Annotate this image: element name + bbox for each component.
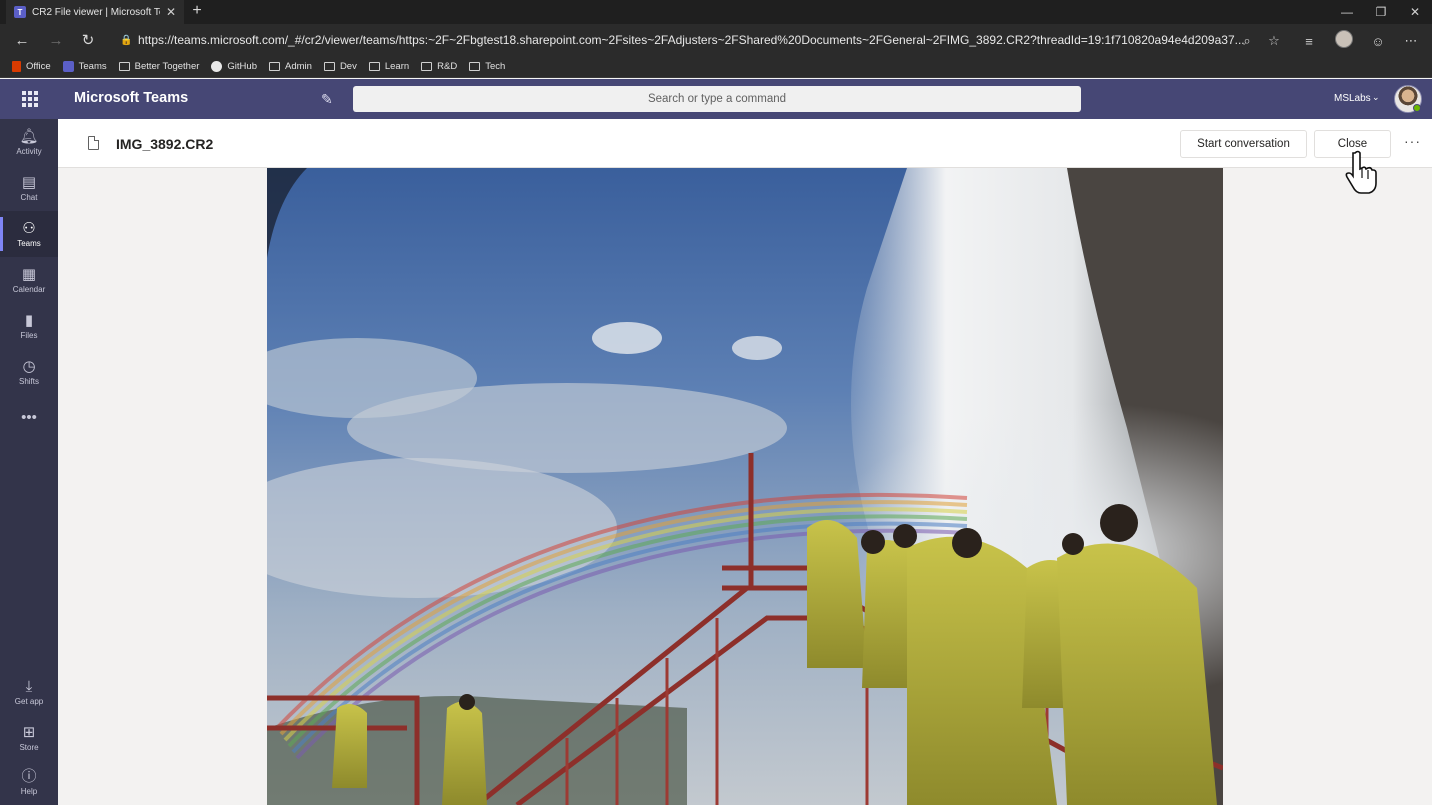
folder-icon (269, 62, 280, 71)
file-icon (88, 136, 99, 150)
help-icon: ⓘ (21, 767, 37, 785)
rail-item-store[interactable]: ⊞ Store (0, 715, 58, 761)
teams-icon: ⚇ (22, 219, 36, 237)
folder-icon (421, 62, 433, 71)
minimize-icon[interactable]: — (1330, 0, 1364, 24)
more-apps-button[interactable]: ••• (0, 395, 58, 441)
app-launcher-icon[interactable] (22, 91, 38, 107)
restore-icon[interactable]: ❐ (1364, 0, 1398, 24)
command-search-input[interactable] (353, 86, 1081, 112)
bookmark-better-together[interactable]: Better Together (118, 61, 199, 72)
bookmark-teams[interactable]: Teams (62, 61, 107, 72)
file-name: IMG_3892.CR2 (116, 136, 214, 152)
lock-icon: 🔒 (120, 35, 133, 46)
new-chat-compose-icon[interactable]: ✎ (321, 91, 333, 108)
teams-favicon-icon: T (14, 6, 26, 18)
chat-icon: ▤ (21, 173, 37, 191)
browser-tab-title: CR2 File viewer | Microsoft Teams (32, 6, 160, 18)
folder-icon (118, 62, 130, 71)
rail-item-get-app[interactable]: ⤓ Get app (0, 669, 58, 715)
feedback-smiley-icon[interactable]: ☺ (1369, 32, 1387, 50)
refresh-icon[interactable]: ↻ (78, 30, 98, 50)
new-tab-button[interactable]: + (188, 2, 206, 22)
store-icon: ⊞ (22, 723, 36, 741)
bookmark-dev[interactable]: Dev (323, 61, 357, 72)
file-viewer: IMG_3892.CR2 Start conversation Close ··… (58, 119, 1432, 805)
rail-item-help[interactable]: ⓘ Help (0, 759, 58, 805)
bookmark-tech[interactable]: Tech (469, 61, 505, 72)
calendar-icon: ▦ (21, 265, 37, 283)
bookmark-learn[interactable]: Learn (368, 61, 409, 72)
window-close-icon[interactable]: ✕ (1398, 0, 1432, 24)
hand-cursor-icon (1345, 150, 1377, 194)
office-icon (12, 61, 21, 72)
app-bar: 🔔︎ Activity ▤ Chat ⚇ Teams ▦ Calendar ▮ … (0, 119, 58, 805)
browser-tab-strip: T CR2 File viewer | Microsoft Teams ✕ + … (0, 0, 1432, 24)
rail-item-shifts[interactable]: ◷ Shifts (0, 349, 58, 395)
rail-item-files[interactable]: ▮ Files (0, 303, 58, 349)
url-text: https://teams.microsoft.com/_#/cr2/viewe… (138, 33, 1245, 47)
bookmark-rnd[interactable]: R&D (421, 61, 457, 72)
bookmark-office[interactable]: Office (12, 61, 51, 72)
zoom-icon[interactable]: ⌕ (1238, 32, 1256, 50)
tab-close-icon[interactable]: ✕ (166, 5, 176, 19)
favorite-star-icon[interactable]: ☆ (1265, 32, 1283, 50)
rail-item-calendar[interactable]: ▦ Calendar (0, 257, 58, 303)
address-bar[interactable]: 🔒 https://teams.microsoft.com/_#/cr2/vie… (114, 29, 1260, 51)
teams-icon (62, 61, 74, 72)
browser-profile-avatar[interactable] (1335, 30, 1353, 48)
presence-status-icon (1413, 104, 1421, 112)
files-icon: ▮ (24, 311, 34, 329)
forward-icon[interactable]: → (46, 30, 66, 50)
download-icon: ⤓ (25, 677, 33, 695)
github-icon (211, 61, 223, 72)
rail-item-activity[interactable]: 🔔︎ Activity (0, 119, 58, 165)
favorites-list-icon[interactable]: ≡ (1300, 32, 1318, 50)
folder-icon (323, 62, 335, 71)
bookmark-admin[interactable]: Admin (269, 61, 312, 72)
browser-menu-icon[interactable]: ⋯ (1402, 32, 1420, 50)
folder-icon (469, 62, 481, 71)
rail-item-teams[interactable]: ⚇ Teams (0, 211, 58, 257)
chevron-down-icon[interactable]: ⌄ (1372, 92, 1380, 103)
back-icon[interactable]: ← (12, 30, 32, 50)
teams-header: Microsoft Teams ✎ MSLabs ⌄ (0, 79, 1432, 119)
viewer-header: IMG_3892.CR2 Start conversation Close ··… (58, 119, 1432, 194)
bookmarks-bar: Office Teams Better Together GitHub Admi… (0, 56, 1432, 78)
bookmark-github[interactable]: GitHub (211, 61, 257, 72)
browser-toolbar: ← → ↻ 🔒 https://teams.microsoft.com/_#/c… (0, 24, 1432, 56)
shifts-icon: ◷ (22, 357, 36, 375)
folder-icon (368, 62, 380, 71)
bell-icon: 🔔︎ (19, 127, 39, 145)
rail-item-chat[interactable]: ▤ Chat (0, 165, 58, 211)
waterfall-rainbow-photo (267, 168, 1223, 805)
org-switcher[interactable]: MSLabs (1334, 93, 1371, 104)
more-options-button[interactable]: ··· (1404, 133, 1421, 149)
more-apps-icon: ••• (21, 409, 37, 426)
app-title: Microsoft Teams (74, 90, 189, 106)
start-conversation-button[interactable]: Start conversation (1180, 130, 1307, 158)
browser-tab[interactable]: T CR2 File viewer | Microsoft Teams ✕ (6, 0, 184, 24)
photo-preview (267, 168, 1223, 805)
